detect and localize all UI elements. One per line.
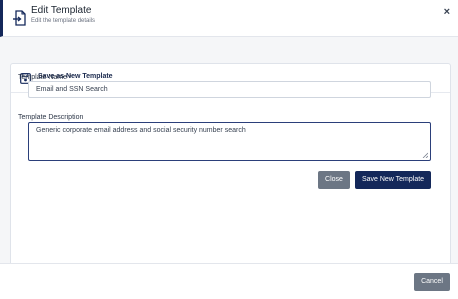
close-icon[interactable]: × xyxy=(444,6,450,18)
template-description-textarea[interactable]: Generic corporate email address and soci… xyxy=(28,122,431,161)
close-button[interactable]: Close xyxy=(318,171,350,189)
template-description-text: Generic corporate email address and soci… xyxy=(36,127,246,134)
cancel-button[interactable]: Cancel xyxy=(414,273,450,291)
file-import-icon xyxy=(13,10,26,26)
modal-footer: Cancel xyxy=(0,263,458,299)
resize-grip-icon[interactable] xyxy=(422,152,428,158)
modal-header: Edit Template Edit the template details … xyxy=(0,0,458,37)
template-description-label: Template Description xyxy=(18,114,84,121)
template-name-input[interactable]: Email and SSN Search xyxy=(28,81,431,98)
modal-subtitle: Edit the template details xyxy=(31,18,96,24)
modal-title: Edit Template xyxy=(31,5,92,16)
template-name-label: Template Name * xyxy=(18,74,72,81)
save-new-template-button[interactable]: Save New Template xyxy=(355,171,431,189)
